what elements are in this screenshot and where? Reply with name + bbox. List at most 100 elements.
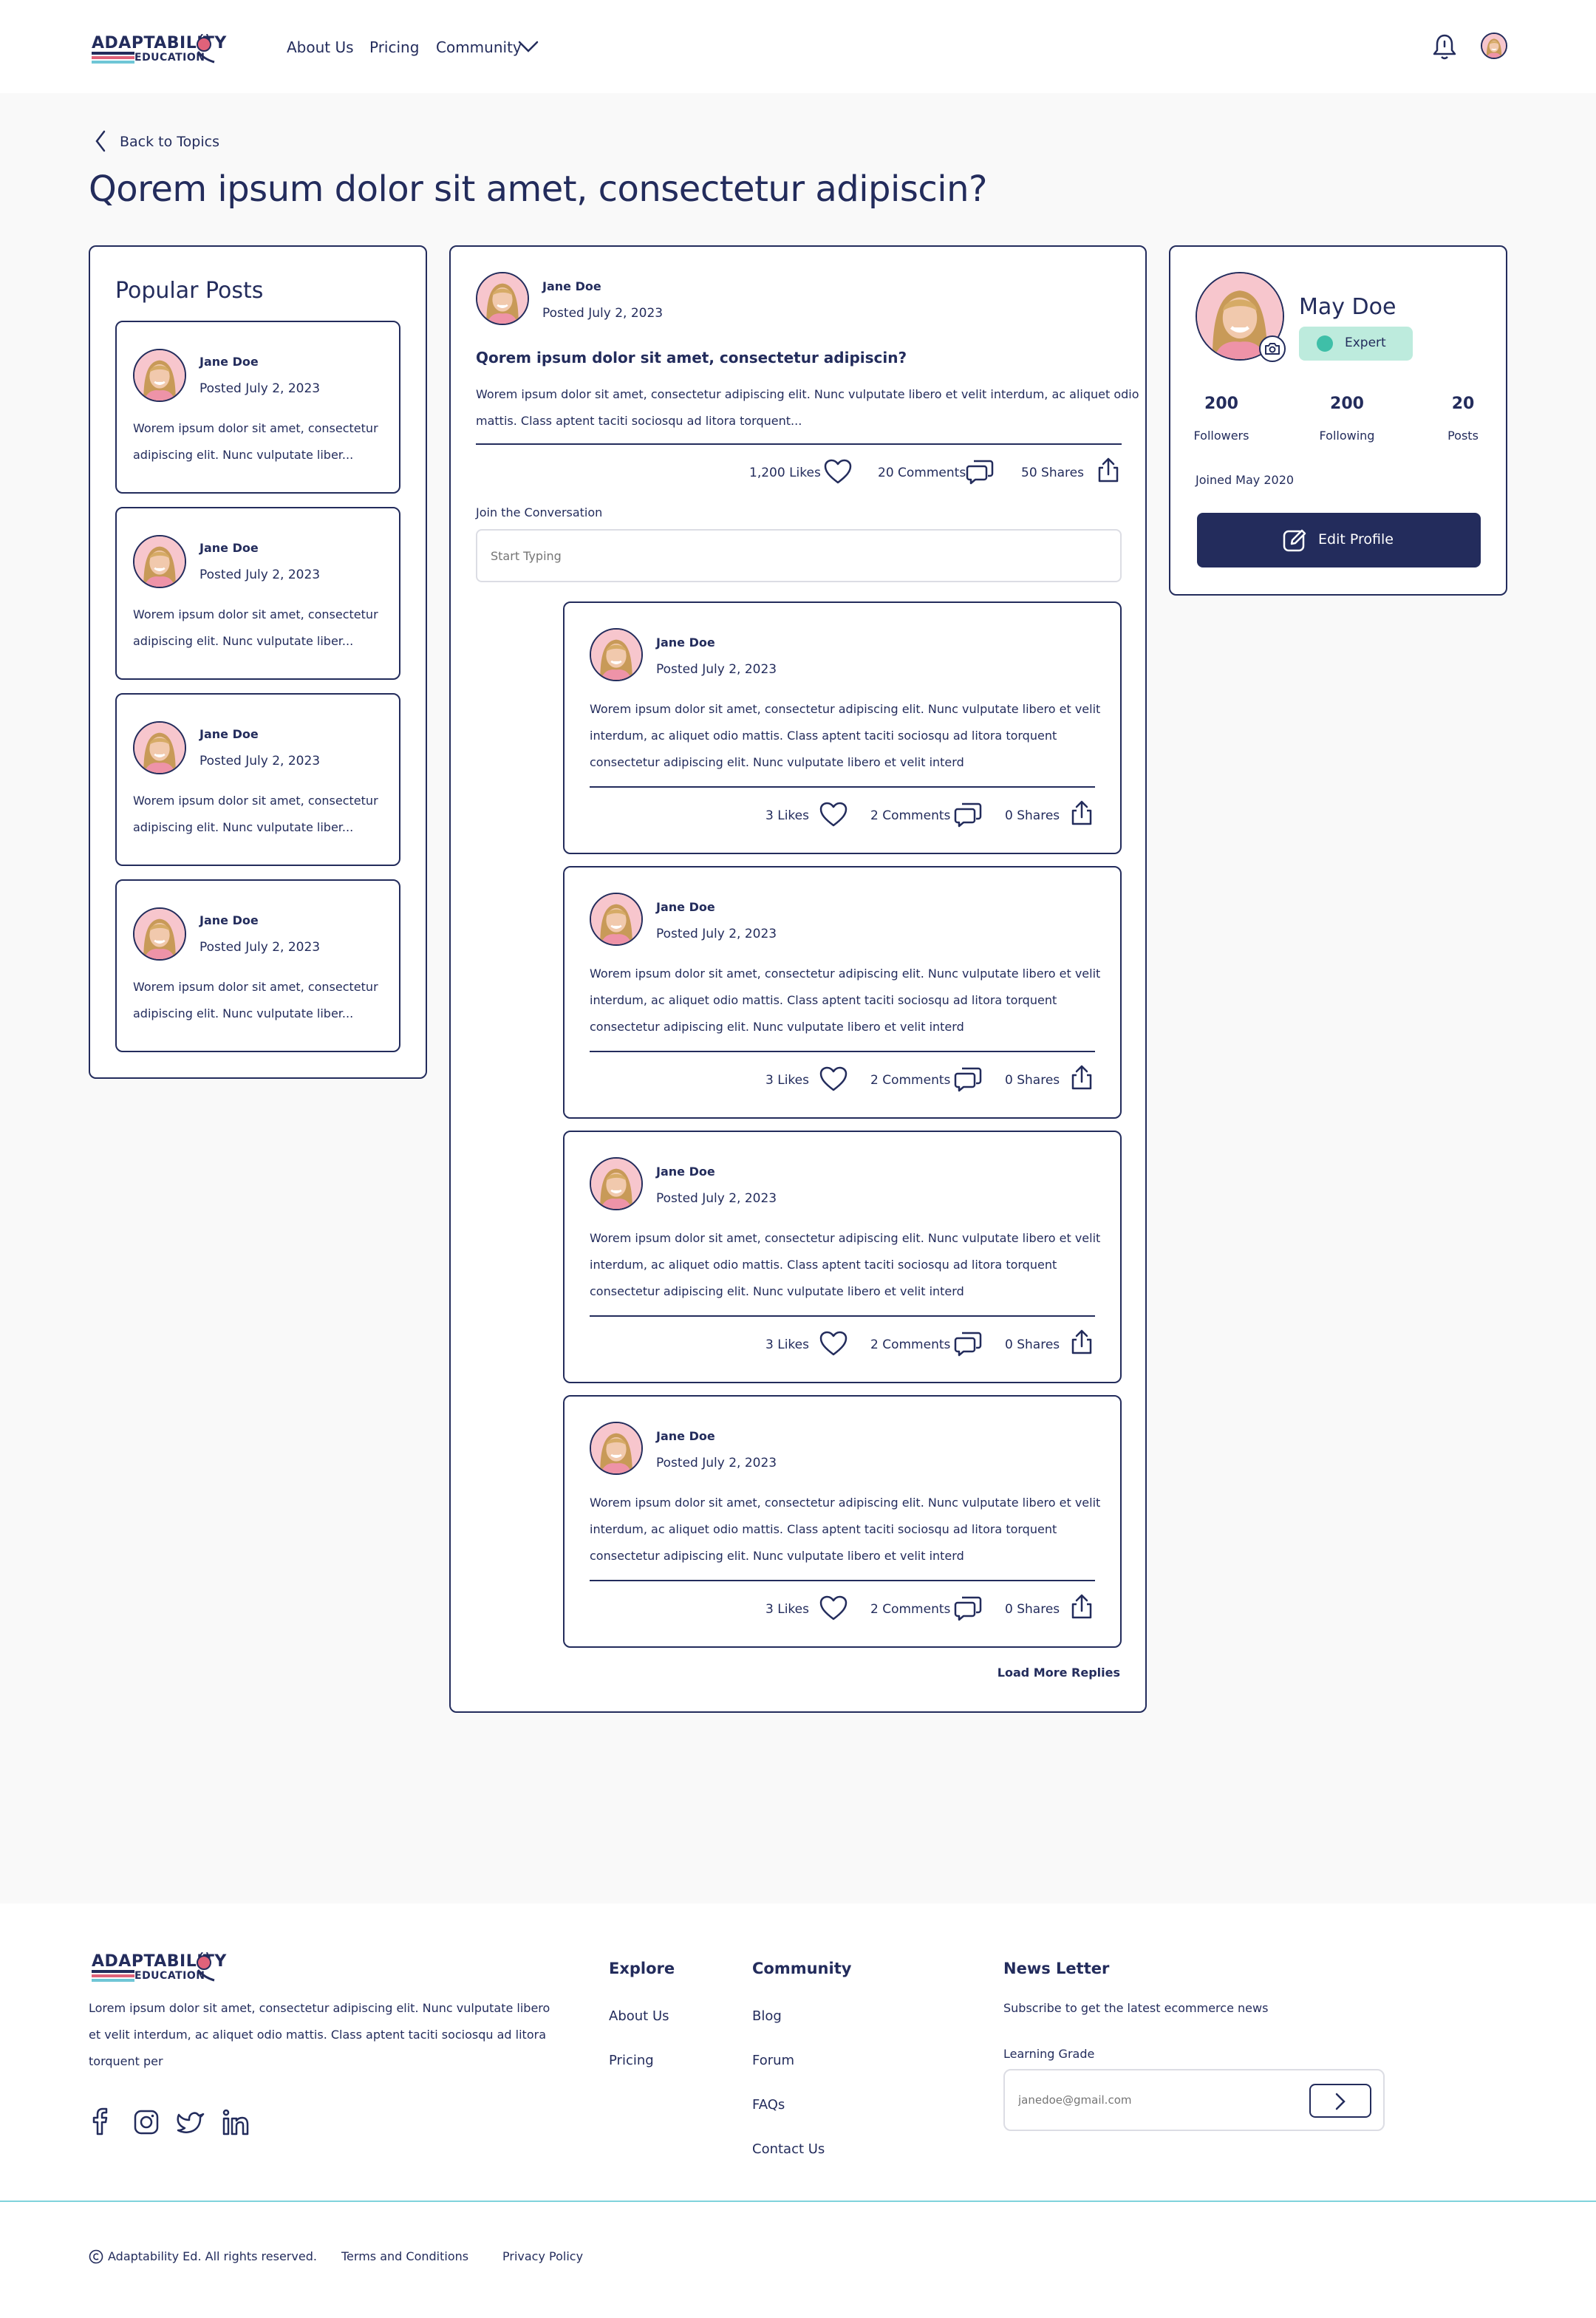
footer-link-blog[interactable]: Blog (752, 2008, 782, 2024)
post-date: Posted July 2, 2023 (656, 662, 777, 677)
share-icon[interactable] (1068, 1593, 1095, 1620)
site-footer: ADAPTABILITY EDUCATION Lorem ipsum dolor… (0, 1903, 1596, 2318)
terms-link[interactable]: Terms and Conditions (341, 2249, 468, 2263)
nav-pricing[interactable]: Pricing (369, 38, 419, 56)
reply-body-line3: consectetur adipiscing elit. Nunc vulput… (590, 1549, 964, 1563)
shares-count: 0 Shares (1005, 1337, 1060, 1352)
post-date: Posted July 2, 2023 (200, 567, 321, 582)
badge-label: Expert (1345, 335, 1386, 350)
edit-icon (1283, 529, 1306, 552)
reply-card: Jane Doe Posted July 2, 2023 Worem ipsum… (563, 866, 1122, 1119)
comment-icon[interactable] (953, 1066, 983, 1092)
reply-body-line2: interdum, ac aliquet odio mattis. Class … (590, 1258, 1057, 1272)
author-name: Jane Doe (542, 279, 601, 293)
privacy-link[interactable]: Privacy Policy (502, 2249, 583, 2263)
comments-count: 2 Comments (870, 1602, 951, 1617)
post-excerpt-line1: Worem ipsum dolor sit amet, consectetur (133, 607, 378, 621)
heart-icon[interactable] (823, 458, 853, 485)
footer-divider (0, 2201, 1596, 2202)
footer-brand-logo[interactable]: ADAPTABILITY EDUCATION (92, 1952, 226, 1989)
likes-count: 3 Likes (765, 808, 809, 823)
post-date: Posted July 2, 2023 (200, 381, 321, 396)
shares-count: 0 Shares (1005, 1073, 1060, 1088)
newsletter-submit-button[interactable] (1309, 2084, 1371, 2118)
post-date: Posted July 2, 2023 (656, 1191, 777, 1206)
reply-body-line1: Worem ipsum dolor sit amet, consectetur … (590, 702, 1101, 716)
footer-link-contact[interactable]: Contact Us (752, 2141, 825, 2157)
post-excerpt-line2: adipiscing elit. Nunc vulputate liber... (133, 1006, 354, 1020)
post-excerpt-line1: Worem ipsum dolor sit amet, consectetur (133, 794, 378, 808)
popular-post-card[interactable]: Jane Doe Posted July 2, 2023 Worem ipsum… (115, 507, 400, 680)
likes-count: 3 Likes (765, 1602, 809, 1617)
author-name: Jane Doe (200, 727, 259, 741)
author-avatar (590, 1157, 643, 1210)
footer-link-pricing[interactable]: Pricing (609, 2053, 654, 2068)
edit-profile-button[interactable]: Edit Profile (1197, 513, 1481, 567)
post-date: Posted July 2, 2023 (656, 927, 777, 941)
share-icon[interactable] (1068, 1329, 1095, 1355)
footer-link-about[interactable]: About Us (609, 2008, 669, 2024)
comments-count: 2 Comments (870, 1337, 951, 1352)
posts-count: 20 (1451, 395, 1475, 413)
newsletter-email-input[interactable] (1008, 2073, 1303, 2127)
post-body-line2: mattis. Class aptent taciti sociosqu ad … (476, 414, 802, 428)
chevron-left-icon[interactable] (93, 129, 108, 154)
community-heading: Community (752, 1960, 852, 1977)
load-more-replies-link[interactable]: Load More Replies (998, 1666, 1120, 1680)
chevron-down-icon[interactable] (517, 38, 539, 55)
linkedin-icon[interactable] (222, 2109, 250, 2135)
heart-icon[interactable] (819, 801, 848, 828)
twitter-icon[interactable] (176, 2110, 205, 2135)
popular-post-card[interactable]: Jane Doe Posted July 2, 2023 Worem ipsum… (115, 693, 400, 866)
explore-heading: Explore (609, 1960, 675, 1977)
instagram-icon[interactable] (133, 2109, 160, 2135)
share-icon[interactable] (1068, 1064, 1095, 1091)
camera-icon (1265, 343, 1280, 355)
share-icon[interactable] (1095, 457, 1122, 483)
author-name: Jane Doe (656, 635, 715, 650)
shares-count: 0 Shares (1005, 1602, 1060, 1617)
mascot-icon (197, 1952, 215, 1982)
facebook-icon[interactable] (92, 2107, 108, 2135)
back-to-topics-link[interactable]: Back to Topics (120, 134, 219, 150)
reply-card: Jane Doe Posted July 2, 2023 Worem ipsum… (563, 1131, 1122, 1383)
reply-body-line2: interdum, ac aliquet odio mattis. Class … (590, 1522, 1057, 1536)
author-name: Jane Doe (200, 541, 259, 555)
footer-link-forum[interactable]: Forum (752, 2053, 794, 2068)
heart-icon[interactable] (819, 1330, 848, 1357)
posts-label: Posts (1447, 429, 1479, 443)
brand-logo[interactable]: ADAPTABILITY EDUCATION (92, 34, 226, 71)
comment-icon[interactable] (965, 458, 995, 485)
shares-count: 50 Shares (1021, 466, 1084, 480)
shares-count: 0 Shares (1005, 808, 1060, 823)
camera-button[interactable] (1259, 335, 1286, 362)
comment-input[interactable] (476, 529, 1122, 582)
nav-about-us[interactable]: About Us (287, 38, 354, 56)
reply-body-line3: consectetur adipiscing elit. Nunc vulput… (590, 1284, 964, 1298)
bell-icon[interactable] (1432, 33, 1457, 61)
user-avatar[interactable] (1481, 33, 1507, 59)
popular-post-card[interactable]: Jane Doe Posted July 2, 2023 Worem ipsum… (115, 879, 400, 1052)
comments-count: 20 Comments (878, 466, 966, 480)
divider (476, 443, 1122, 445)
divider (590, 1580, 1095, 1581)
footer-link-faqs[interactable]: FAQs (752, 2097, 785, 2113)
comment-icon[interactable] (953, 1330, 983, 1357)
post-excerpt-line1: Worem ipsum dolor sit amet, consectetur (133, 980, 378, 994)
popular-post-card[interactable]: Jane Doe Posted July 2, 2023 Worem ipsum… (115, 321, 400, 494)
nav-community[interactable]: Community (436, 38, 522, 56)
divider (590, 1051, 1095, 1052)
post-excerpt-line1: Worem ipsum dolor sit amet, consectetur (133, 421, 378, 435)
page-title: Qorem ipsum dolor sit amet, consectetur … (89, 168, 987, 210)
share-icon[interactable] (1068, 800, 1095, 826)
following-label: Following (1319, 429, 1375, 443)
reply-card: Jane Doe Posted July 2, 2023 Worem ipsum… (563, 601, 1122, 854)
comment-icon[interactable] (953, 1595, 983, 1621)
heart-icon[interactable] (819, 1595, 848, 1621)
footer-desc-line2: et velit interdum, ac aliquet odio matti… (89, 2028, 546, 2042)
comment-icon[interactable] (953, 801, 983, 828)
heart-icon[interactable] (819, 1066, 848, 1092)
comments-count: 2 Comments (870, 808, 951, 823)
reply-body-line2: interdum, ac aliquet odio mattis. Class … (590, 993, 1057, 1007)
comments-count: 2 Comments (870, 1073, 951, 1088)
